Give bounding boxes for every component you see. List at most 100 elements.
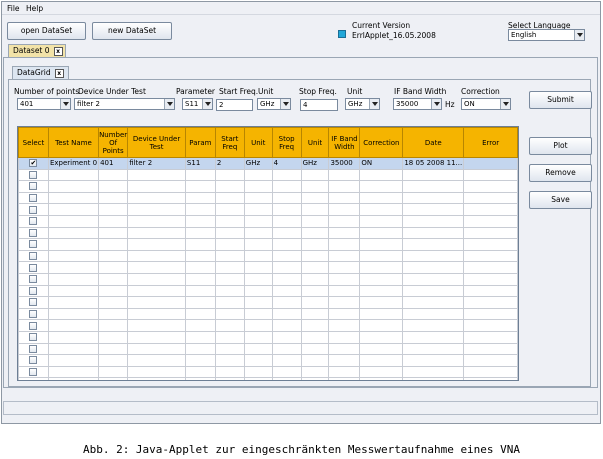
table-cell[interactable]: [271, 249, 302, 263]
table-cell[interactable]: [271, 365, 302, 379]
table-cell[interactable]: [184, 214, 216, 228]
table-cell[interactable]: [271, 330, 302, 344]
table-cell[interactable]: [214, 261, 245, 274]
table-cell[interactable]: [184, 272, 216, 286]
table-cell[interactable]: [127, 296, 186, 309]
table-cell[interactable]: [18, 272, 49, 286]
table-cell[interactable]: [328, 296, 361, 309]
row-select-checkbox[interactable]: [29, 379, 38, 380]
table-cell[interactable]: [184, 365, 216, 379]
table-cell[interactable]: [98, 377, 129, 380]
table-cell[interactable]: [98, 261, 129, 274]
start-unit-select[interactable]: GHz: [257, 98, 291, 110]
table-cell[interactable]: [359, 168, 404, 182]
table-cell[interactable]: [18, 203, 49, 216]
table-row[interactable]: [18, 272, 518, 286]
table-cell[interactable]: [243, 168, 273, 182]
language-select[interactable]: English: [508, 29, 585, 41]
table-cell[interactable]: [328, 214, 361, 228]
table-cell[interactable]: [98, 330, 129, 344]
table-cell[interactable]: [300, 272, 330, 286]
table-cell[interactable]: [271, 307, 302, 321]
row-select-checkbox[interactable]: [29, 275, 38, 284]
parameter-select[interactable]: S11: [182, 98, 213, 110]
column-header[interactable]: Error: [463, 127, 518, 158]
save-button[interactable]: Save: [529, 191, 592, 209]
table-cell[interactable]: [18, 214, 49, 228]
table-cell[interactable]: [47, 319, 100, 332]
table-cell[interactable]: [271, 296, 302, 309]
row-select-checkbox[interactable]: [29, 356, 38, 365]
table-cell[interactable]: [18, 365, 49, 379]
table-cell[interactable]: [463, 342, 518, 356]
table-cell[interactable]: [300, 330, 330, 344]
table-cell[interactable]: [127, 238, 186, 251]
table-cell[interactable]: [47, 226, 100, 240]
new-dataset-button[interactable]: new DataSet: [92, 22, 172, 40]
table-cell[interactable]: [18, 377, 49, 380]
table-cell[interactable]: [98, 249, 129, 263]
table-cell[interactable]: [271, 180, 302, 193]
column-header[interactable]: Param: [184, 127, 216, 158]
tab-dataset[interactable]: Dataset 0x: [8, 44, 66, 57]
table-cell[interactable]: [18, 226, 49, 240]
table-row[interactable]: [18, 296, 518, 309]
column-header[interactable]: Correction: [359, 127, 404, 158]
table-row[interactable]: [18, 365, 518, 379]
table-cell[interactable]: [47, 284, 100, 298]
table-cell[interactable]: [214, 203, 245, 216]
num-points-select[interactable]: 401: [17, 98, 71, 110]
column-header[interactable]: Test Name: [47, 127, 100, 158]
table-cell[interactable]: [359, 377, 404, 380]
table-cell[interactable]: [184, 168, 216, 182]
table-cell[interactable]: [214, 191, 245, 205]
table-cell[interactable]: [47, 296, 100, 309]
table-cell[interactable]: [18, 354, 49, 367]
table-cell[interactable]: [328, 249, 361, 263]
table-cell[interactable]: [328, 330, 361, 344]
table-cell[interactable]: [184, 191, 216, 205]
table-cell[interactable]: [300, 238, 330, 251]
table-cell[interactable]: [463, 377, 518, 380]
table-cell[interactable]: [184, 307, 216, 321]
table-cell[interactable]: [359, 307, 404, 321]
table-cell[interactable]: [402, 330, 465, 344]
table-cell[interactable]: [184, 261, 216, 274]
table-row[interactable]: [18, 330, 518, 344]
table-cell[interactable]: [127, 261, 186, 274]
table-cell[interactable]: [127, 330, 186, 344]
table-cell[interactable]: [328, 203, 361, 216]
table-row[interactable]: [18, 342, 518, 356]
table-cell[interactable]: filter 2: [127, 157, 186, 170]
table-cell[interactable]: [47, 307, 100, 321]
table-cell[interactable]: [328, 191, 361, 205]
table-cell[interactable]: [98, 191, 129, 205]
table-cell[interactable]: [184, 342, 216, 356]
table-cell[interactable]: [184, 180, 216, 193]
table-cell[interactable]: [300, 296, 330, 309]
table-cell[interactable]: [47, 168, 100, 182]
table-cell[interactable]: [214, 307, 245, 321]
table-cell[interactable]: [463, 191, 518, 205]
table-cell[interactable]: [127, 168, 186, 182]
table-cell[interactable]: [98, 203, 129, 216]
table-cell[interactable]: [402, 296, 465, 309]
table-cell[interactable]: [359, 354, 404, 367]
table-cell[interactable]: [243, 226, 273, 240]
table-cell[interactable]: [98, 214, 129, 228]
table-cell[interactable]: [47, 272, 100, 286]
table-cell[interactable]: [328, 319, 361, 332]
table-cell[interactable]: [463, 214, 518, 228]
table-cell[interactable]: [359, 365, 404, 379]
table-cell[interactable]: [98, 284, 129, 298]
row-select-checkbox[interactable]: [29, 182, 38, 191]
table-cell[interactable]: [463, 203, 518, 216]
column-header[interactable]: Device Under Test: [127, 127, 186, 158]
table-cell[interactable]: [402, 168, 465, 182]
table-cell[interactable]: [47, 191, 100, 205]
table-cell[interactable]: [184, 296, 216, 309]
table-row[interactable]: [18, 191, 518, 205]
table-cell[interactable]: [184, 319, 216, 332]
if-bw-select[interactable]: 35000: [393, 98, 442, 110]
table-cell[interactable]: [18, 261, 49, 274]
